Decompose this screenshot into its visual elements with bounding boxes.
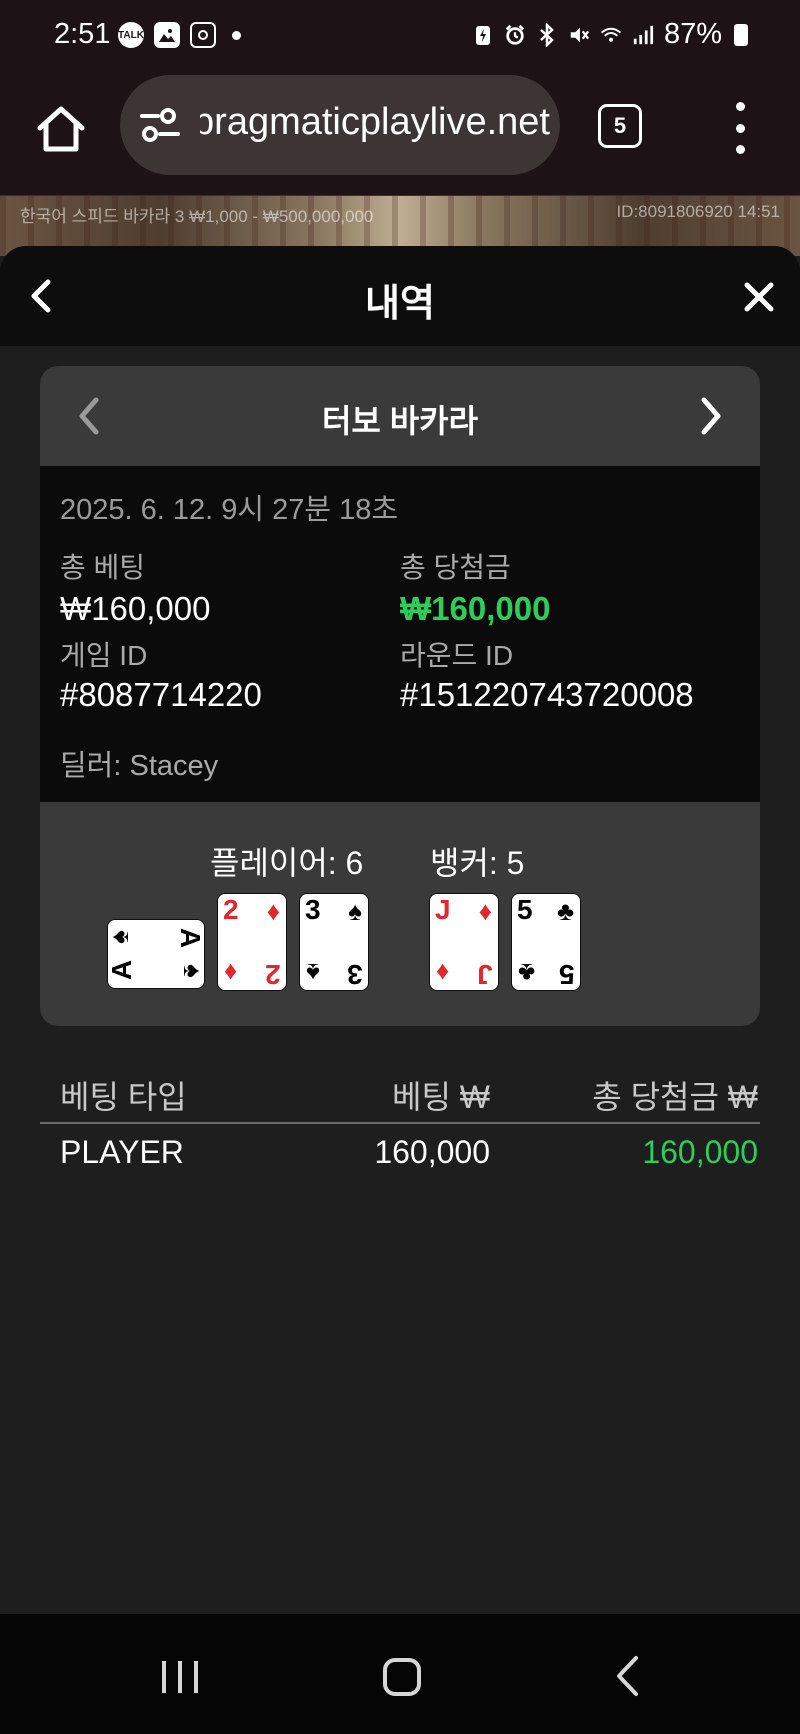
browser-toolbar: pragmaticplaylive.net 5 [0, 72, 800, 196]
player-card-1: A ♠ A ♠ [103, 920, 209, 988]
system-status: 87% [472, 18, 748, 51]
card-rank: 2 [265, 959, 281, 990]
card-rank: 3 [305, 894, 321, 925]
bet-type-cell: PLAYER [60, 1134, 184, 1170]
dot-icon [232, 30, 241, 40]
column-bet-amount: 베팅 ₩ [392, 1079, 490, 1115]
battery-percent: 87% [663, 18, 722, 50]
alarm-icon [504, 23, 526, 47]
player-card-2: 2 ♦ 2 ♦ [218, 894, 286, 990]
total-bet-value: ₩160,000 [60, 590, 211, 627]
gallery-icon [154, 22, 180, 48]
banker-card-2: 5 ♣ 5 ♣ [512, 894, 580, 990]
tab-switcher-button[interactable]: 5 [598, 104, 642, 148]
recent-apps-icon[interactable] [160, 1658, 200, 1696]
home-button-icon[interactable] [383, 1658, 421, 1696]
back-icon[interactable] [614, 1654, 640, 1698]
bluetooth-icon [536, 22, 558, 47]
win-amount-cell: 160,000 [642, 1134, 758, 1170]
bets-table-header: 베팅 타입 베팅 ₩ 총 당첨금 ₩ [40, 1062, 760, 1124]
modal-title: 내역 [365, 283, 435, 325]
url-text[interactable]: pragmaticplaylive.net [200, 101, 550, 149]
round-info: 2025. 6. 12. 9시 27분 18초 총 베팅 ₩160,000 총 … [40, 466, 760, 802]
card-suit: ♣ [556, 896, 574, 926]
banker-card-1: J ♦ J ♦ [430, 894, 498, 990]
column-total-win: 총 당첨금 ₩ [592, 1079, 758, 1115]
history-modal: 내역 터보 바카라 2025. 6. 12. 9시 27분 18초 총 베팅 ₩… [0, 246, 800, 1614]
round-id-value: #151220743720008 [400, 676, 694, 713]
total-bet-label: 총 베팅 [60, 552, 146, 583]
signal-icon [632, 23, 654, 47]
card-suit: ♠ [306, 958, 320, 988]
mute-icon [568, 23, 590, 47]
bet-amount-cell: 160,000 [374, 1134, 490, 1170]
total-win-value: ₩160,000 [400, 590, 551, 627]
modal-header: 내역 [0, 246, 800, 346]
game-id-value: #8087714220 [60, 676, 262, 713]
card-suit: ♦ [478, 896, 492, 926]
banker-score: 뱅커: 5 [430, 845, 525, 881]
round-id-label: 라운드 ID [400, 640, 514, 671]
card-rank: 5 [517, 894, 533, 925]
player-score: 플레이어: 6 [210, 845, 364, 881]
close-icon[interactable] [744, 282, 774, 312]
browser-menu-icon[interactable] [732, 102, 748, 154]
status-time: 2:51 [54, 18, 111, 50]
card-suit: ♠ [178, 964, 209, 978]
round-detail-card: 터보 바카라 2025. 6. 12. 9시 27분 18초 총 베팅 ₩160… [40, 366, 760, 1026]
card-suit: ♣ [518, 958, 536, 988]
card-rank: A [106, 959, 138, 981]
card-suit: ♦ [436, 958, 450, 988]
site-settings-icon[interactable] [140, 107, 180, 143]
result-panel: 플레이어: 6 뱅커: 5 A ♠ A ♠ 2 ♦ 2 ♦ 3 ♠ 3 ♠ J ♦ J ♦ 5 ♣ 5 ♣ [40, 802, 760, 1026]
card-rank: 5 [559, 959, 575, 990]
card-rank: J [435, 894, 451, 925]
status-bar: 2:51 TALK 87% [0, 0, 800, 72]
card-suit: ♦ [266, 896, 280, 926]
table-info: 한국어 스피드 바카라 3 ₩1,000 - ₩500,000,000 [20, 207, 374, 226]
card-suit: ♠ [348, 896, 362, 926]
round-datetime: 2025. 6. 12. 9시 27분 18초 [60, 494, 399, 526]
total-win-label: 총 당첨금 [400, 552, 511, 583]
player-card-3: 3 ♠ 3 ♠ [300, 894, 368, 990]
system-nav-bar [0, 1614, 800, 1734]
card-suit: ♦ [224, 958, 238, 988]
card-rank: 3 [347, 959, 363, 990]
battery-saver-icon [472, 23, 494, 47]
dealer-name: 딜러: Stacey [60, 750, 219, 782]
table-id-time: ID:8091806920 14:51 [616, 202, 780, 221]
battery-icon [734, 23, 748, 46]
instagram-icon [190, 22, 216, 48]
card-rank: J [477, 959, 493, 990]
game-name: 터보 바카라 [321, 403, 479, 439]
table-row: PLAYER 160,000 160,000 [40, 1124, 760, 1182]
card-header: 터보 바카라 [40, 366, 760, 466]
bets-table: 베팅 타입 베팅 ₩ 총 당첨금 ₩ PLAYER 160,000 160,00… [40, 1062, 760, 1182]
game-id-label: 게임 ID [60, 640, 148, 671]
card-rank: A [174, 927, 206, 949]
card-rank: 2 [223, 894, 239, 925]
wifi-icon [600, 23, 622, 47]
column-bet-type: 베팅 타입 [60, 1079, 187, 1115]
talk-icon: TALK [118, 22, 144, 48]
notification-icons: TALK [118, 22, 241, 48]
address-bar[interactable]: pragmaticplaylive.net [120, 75, 560, 175]
home-icon[interactable] [34, 102, 88, 156]
next-round-icon[interactable] [700, 396, 724, 436]
card-suit: ♠ [103, 930, 134, 944]
